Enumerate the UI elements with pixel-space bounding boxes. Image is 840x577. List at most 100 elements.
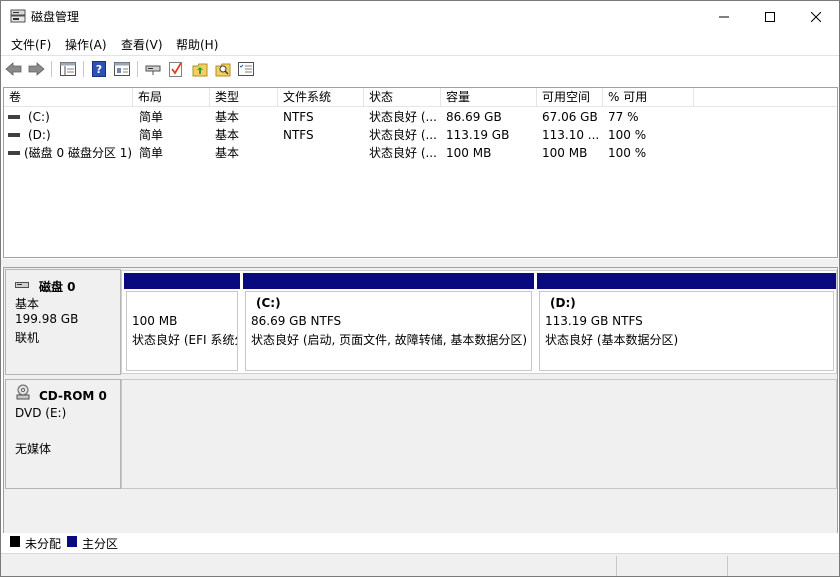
toolbar-separator	[137, 61, 138, 77]
show-hide-tree-button[interactable]	[59, 60, 77, 78]
disk-graphical-view: 磁盘 0 基本 199.98 GB 联机 100 MB 状态良好 (EFI 系统…	[3, 267, 838, 549]
back-button[interactable]	[5, 60, 23, 78]
volume-row[interactable]: (C:) 简单 基本 NTFS 状态良好 (... 86.69 GB 67.06…	[4, 108, 837, 126]
connect-icon	[145, 65, 161, 75]
cdrom-state: 无媒体	[15, 442, 52, 456]
volume-type: 基本	[215, 110, 240, 124]
column-status[interactable]: 状态	[364, 88, 441, 107]
close-button[interactable]	[793, 1, 839, 32]
menu-bar: 文件(F) 操作(A) 查看(V) 帮助(H)	[1, 32, 839, 55]
volume-name: (D:)	[28, 128, 51, 142]
menu-help[interactable]: 帮助(H)	[176, 36, 218, 53]
toolbar-separator	[51, 61, 52, 77]
volume-list-header: 卷 布局 类型 文件系统 状态 容量 可用空间 % 可用	[4, 88, 837, 107]
cdrom-0-label[interactable]: CD-ROM 0 DVD (E:) 无媒体	[5, 379, 121, 489]
volume-filesystem: NTFS	[283, 128, 314, 142]
check-icon	[169, 62, 182, 77]
menu-view[interactable]: 查看(V)	[121, 36, 163, 53]
hard-disk-icon	[15, 279, 29, 293]
volume-layout: 简单	[139, 128, 164, 142]
connect-button[interactable]	[144, 60, 162, 78]
volume-percent: 100 %	[608, 128, 647, 142]
disk-size: 199.98 GB	[15, 312, 79, 326]
title-bar[interactable]: 磁盘管理	[1, 1, 839, 32]
partition-c[interactable]: (C:) 86.69 GB NTFS 状态良好 (启动, 页面文件, 故障转储,…	[243, 273, 534, 373]
volume-row[interactable]: (磁盘 0 磁盘分区 1) 简单 基本 状态良好 (... 100 MB 100…	[4, 144, 837, 162]
volume-capacity: 86.69 GB	[446, 110, 502, 124]
help-icon: ?	[92, 61, 106, 77]
maximize-button[interactable]	[747, 1, 793, 32]
status-pane	[3, 556, 615, 576]
volume-type: 基本	[215, 146, 240, 160]
menu-action[interactable]: 操作(A)	[65, 36, 107, 53]
volume-free: 67.06 GB	[542, 110, 598, 124]
pane-splitter[interactable]	[1, 259, 839, 267]
partition-size: 100 MB	[132, 314, 178, 328]
back-arrow-icon	[5, 62, 22, 76]
primary-partition-bar	[537, 273, 836, 289]
show-hide-tree-icon	[60, 62, 76, 76]
help-button[interactable]: ?	[90, 60, 108, 78]
volume-icon	[8, 133, 20, 137]
status-bar	[1, 553, 839, 576]
volume-filesystem: NTFS	[283, 110, 314, 124]
partition-label: (C:)	[256, 296, 281, 310]
svg-text:?: ?	[96, 63, 102, 76]
legend: 未分配 主分区	[3, 533, 838, 551]
column-percent-free[interactable]: % 可用	[603, 88, 694, 107]
disk-management-icon	[10, 9, 26, 23]
list-view-button[interactable]	[237, 60, 255, 78]
check-button[interactable]	[167, 60, 185, 78]
volume-capacity: 100 MB	[446, 146, 492, 160]
partition-status: 状态良好 (启动, 页面文件, 故障转储, 基本数据分区)	[251, 333, 528, 347]
close-icon	[811, 11, 821, 22]
search-button[interactable]	[214, 60, 232, 78]
volume-icon	[8, 151, 20, 155]
search-icon	[215, 63, 231, 77]
up-folder-button[interactable]	[191, 60, 209, 78]
partition-size: 113.19 GB NTFS	[545, 314, 643, 328]
toolbar-separator	[83, 61, 84, 77]
column-layout[interactable]: 布局	[133, 88, 210, 107]
cdrom-type: DVD (E:)	[15, 406, 67, 420]
cdrom-0-media-area	[121, 379, 837, 489]
column-type[interactable]: 类型	[210, 88, 278, 107]
status-pane	[727, 556, 837, 576]
partition-d[interactable]: (D:) 113.19 GB NTFS 状态良好 (基本数据分区)	[537, 273, 836, 373]
legend-unallocated-label: 未分配	[25, 537, 62, 551]
partition-body: (C:) 86.69 GB NTFS 状态良好 (启动, 页面文件, 故障转储,…	[245, 291, 532, 371]
volume-list[interactable]: 卷 布局 类型 文件系统 状态 容量 可用空间 % 可用 (C:) 简单 基本 …	[3, 87, 838, 258]
list-view-icon	[238, 62, 254, 76]
column-filesystem[interactable]: 文件系统	[278, 88, 364, 107]
volume-row[interactable]: (D:) 简单 基本 NTFS 状态良好 (... 113.19 GB 113.…	[4, 126, 837, 144]
disk-0-label[interactable]: 磁盘 0 基本 199.98 GB 联机	[5, 269, 121, 375]
partition-efi[interactable]: 100 MB 状态良好 (EFI 系统分区)	[124, 273, 240, 373]
legend-primary-label: 主分区	[82, 537, 119, 551]
forward-button[interactable]	[27, 60, 45, 78]
volume-layout: 简单	[139, 110, 164, 124]
column-volume[interactable]: 卷	[4, 88, 133, 107]
partition-status: 状态良好 (EFI 系统分区)	[132, 333, 237, 347]
volume-percent: 100 %	[608, 146, 647, 160]
volume-percent: 77 %	[608, 110, 639, 124]
volume-free: 113.10 ...	[542, 128, 600, 142]
legend-primary-swatch	[67, 536, 77, 547]
partition-size: 86.69 GB NTFS	[251, 314, 342, 328]
forward-arrow-icon	[28, 62, 45, 76]
minimize-icon	[719, 16, 729, 17]
volume-status: 状态良好 (...	[369, 146, 437, 160]
partition-status: 状态良好 (基本数据分区)	[545, 333, 679, 347]
disk-management-window: 磁盘管理 文件(F) 操作(A) 查看(V) 帮助(H) ? 卷 布局 类型 文…	[0, 0, 840, 577]
minimize-button[interactable]	[701, 1, 747, 32]
column-capacity[interactable]: 容量	[441, 88, 537, 107]
properties-button[interactable]	[113, 60, 131, 78]
volume-icon	[8, 115, 20, 119]
toolbar: ?	[1, 55, 839, 82]
volume-status: 状态良好 (...	[369, 110, 437, 124]
volume-type: 基本	[215, 128, 240, 142]
menu-file[interactable]: 文件(F)	[11, 36, 51, 53]
volume-layout: 简单	[139, 146, 164, 160]
legend-unallocated-swatch	[10, 536, 20, 547]
up-folder-icon	[192, 63, 208, 77]
column-free-space[interactable]: 可用空间	[537, 88, 603, 107]
